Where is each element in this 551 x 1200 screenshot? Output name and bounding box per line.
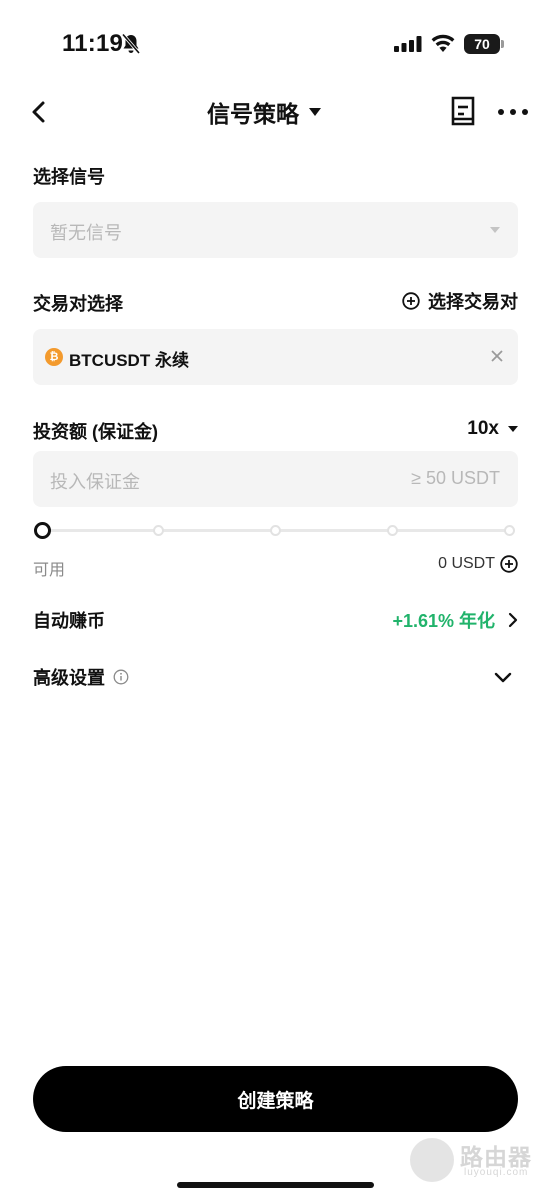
more-options-icon[interactable] <box>497 106 529 118</box>
home-indicator <box>177 1182 374 1188</box>
bitcoin-icon: ₿ <box>45 348 63 366</box>
watermark-logo: 路由器 luyouqi.com <box>410 1136 540 1184</box>
margin-input[interactable]: 投入保证金 ≥ 50 USDT <box>33 451 518 507</box>
auto-earn-rate: +1.61% 年化 <box>392 611 495 631</box>
slider-thumb[interactable] <box>34 522 51 539</box>
page-title: 信号策略 <box>207 101 299 127</box>
cellular-signal-icon <box>394 36 422 52</box>
signal-section-label: 选择信号 <box>33 167 105 187</box>
battery-level: 70 <box>464 34 500 54</box>
slider-step-25[interactable] <box>153 525 164 536</box>
slider-step-75[interactable] <box>387 525 398 536</box>
router-icon <box>410 1138 454 1182</box>
wifi-icon <box>431 34 455 52</box>
battery-indicator: 70 <box>464 34 504 54</box>
available-label: 可用 <box>33 562 66 579</box>
strategy-type-selector[interactable]: 信号策略 <box>207 96 321 128</box>
margin-placeholder: 投入保证金 <box>50 472 140 492</box>
info-icon[interactable] <box>113 669 129 685</box>
create-strategy-button[interactable]: 创建策略 <box>33 1066 518 1132</box>
select-pair-label: 选择交易对 <box>428 292 518 312</box>
close-icon[interactable] <box>490 349 504 363</box>
selected-pair-field[interactable]: ₿ BTCUSDT 永续 <box>33 329 518 385</box>
signal-placeholder: 暂无信号 <box>50 223 122 243</box>
min-amount-hint: ≥ 50 USDT <box>411 468 500 488</box>
slider-step-50[interactable] <box>270 525 281 536</box>
available-balance: 0 USDT <box>438 555 518 573</box>
caret-down-icon <box>508 426 518 432</box>
auto-earn-row[interactable]: 自动赚币 +1.61% 年化 <box>33 603 518 637</box>
signal-dropdown[interactable]: 暂无信号 <box>33 202 518 258</box>
auto-earn-label: 自动赚币 <box>33 611 105 631</box>
advanced-settings-row[interactable]: 高级设置 <box>33 660 518 694</box>
watermark-subtext: luyouqi.com <box>464 1167 529 1178</box>
battery-tip <box>501 40 504 48</box>
slider-step-100[interactable] <box>504 525 515 536</box>
bell-muted-icon <box>121 33 141 55</box>
advanced-settings-label: 高级设置 <box>33 668 105 688</box>
status-time: 11:19 <box>62 30 124 57</box>
back-arrow-icon[interactable] <box>28 98 50 126</box>
status-bar: 11:19 70 <box>0 0 551 90</box>
selected-pair: BTCUSDT 永续 <box>69 351 189 370</box>
chevron-down-icon <box>494 672 512 682</box>
select-pair-button[interactable]: 选择交易对 <box>402 288 518 314</box>
leverage-selector[interactable]: 10x <box>467 418 518 440</box>
document-icon[interactable] <box>450 96 476 128</box>
leverage-value: 10x <box>467 418 499 439</box>
amount-slider[interactable] <box>33 520 518 542</box>
add-funds-icon[interactable] <box>500 555 518 573</box>
investment-section-label: 投资额 (保证金) <box>33 422 158 442</box>
nav-header: 信号策略 <box>0 84 551 140</box>
chevron-right-icon <box>508 612 518 628</box>
dropdown-arrow-icon <box>490 227 500 233</box>
pair-section-label: 交易对选择 <box>33 294 123 314</box>
available-value: 0 USDT <box>438 555 495 572</box>
caret-down-icon <box>309 108 321 116</box>
plus-circle-icon <box>402 292 420 310</box>
